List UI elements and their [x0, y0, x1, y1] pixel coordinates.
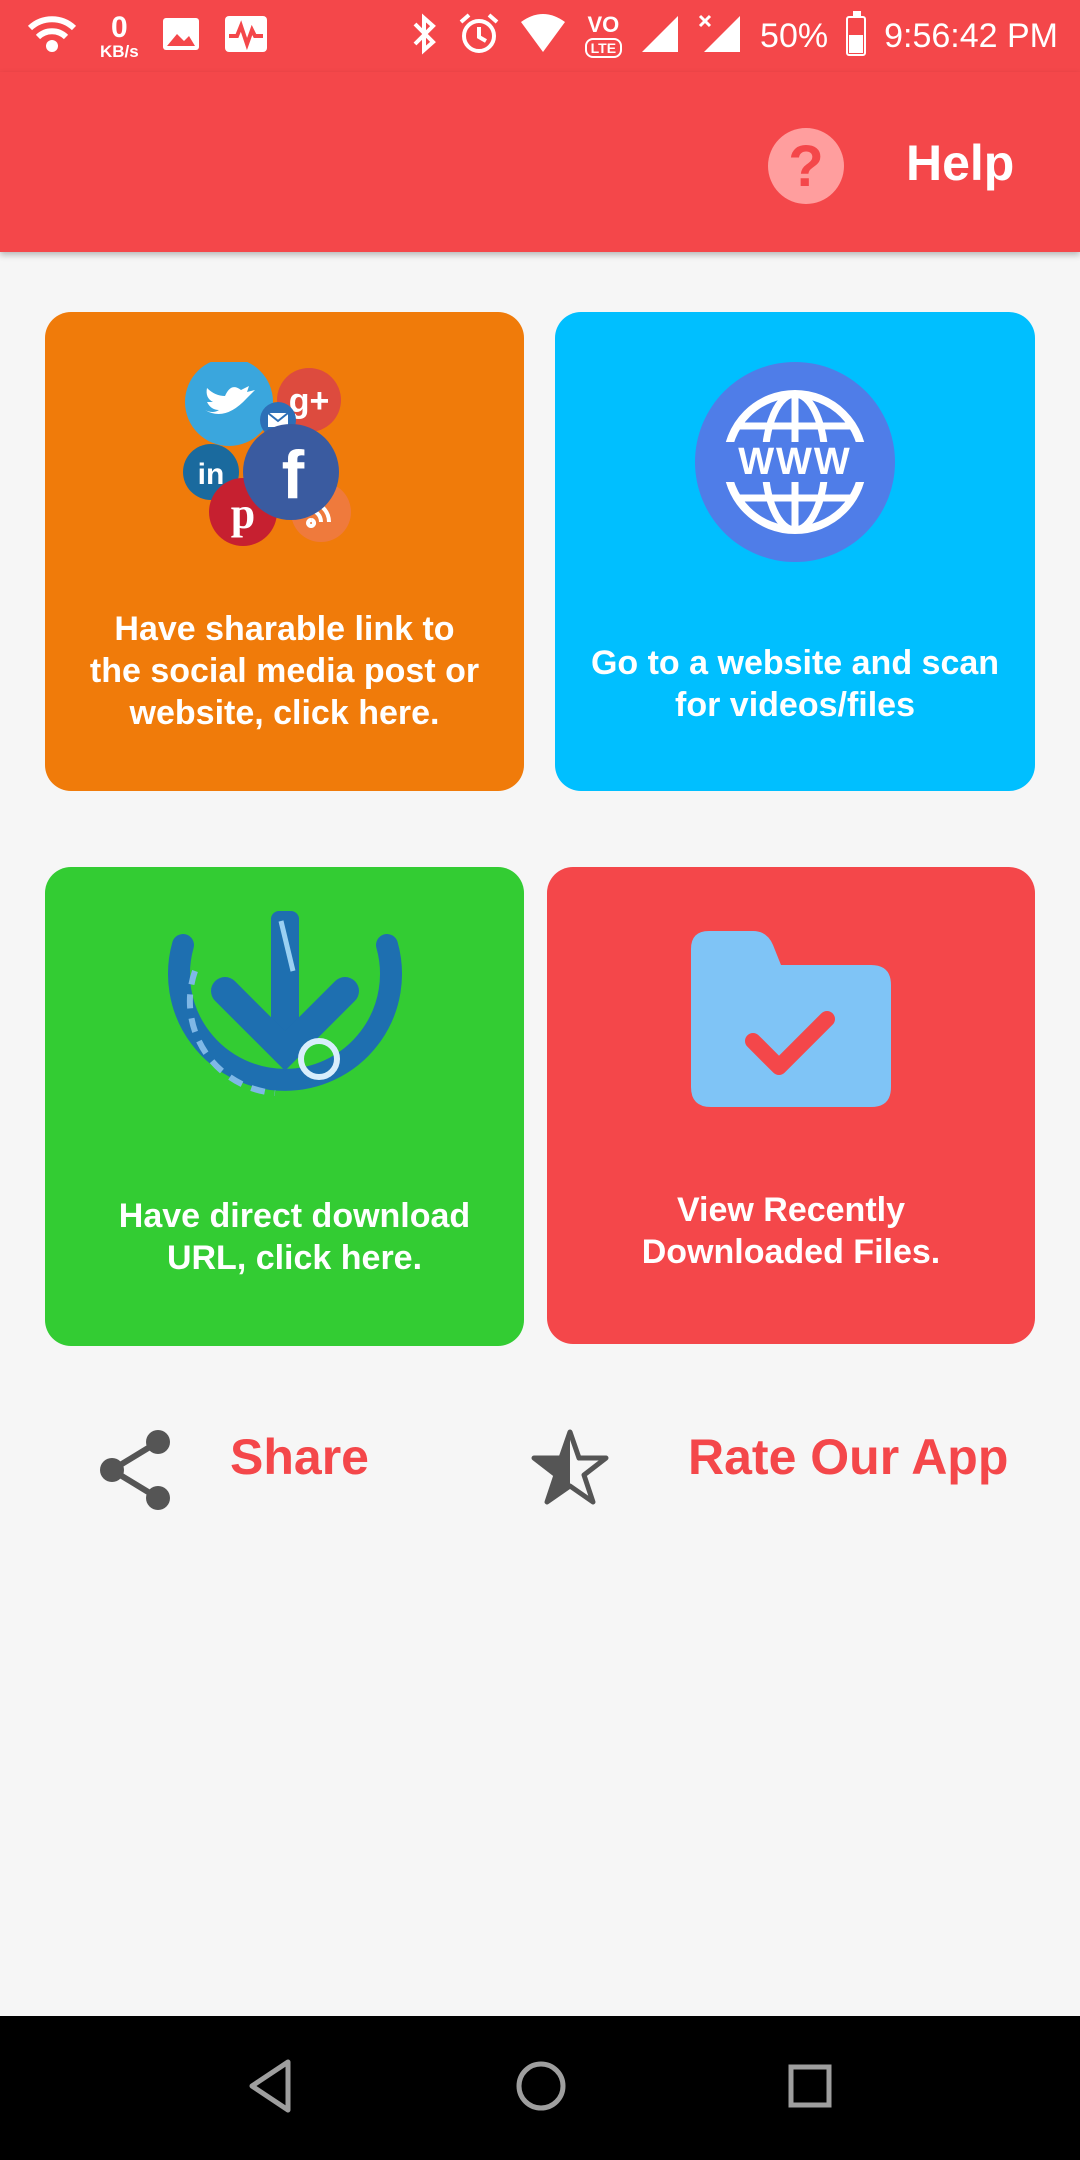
speed-value: 0	[111, 10, 128, 44]
svg-text:f: f	[282, 437, 305, 513]
download-icon	[168, 911, 402, 1096]
website-scan-card-text: Go to a website and scan for videos/file…	[590, 644, 1000, 724]
direct-download-card[interactable]: Have direct download URL, click here.	[45, 867, 524, 1346]
status-bar: 0 KB/s VO LTE 50% 9:56:42 PM	[0, 0, 1080, 72]
help-button[interactable]: Help	[906, 134, 1014, 192]
recents-icon[interactable]	[786, 2058, 834, 2119]
social-link-card[interactable]: g+ in p f Have sharable link to the soci…	[45, 312, 524, 791]
navigation-bar	[0, 2016, 1080, 2160]
www-text: WWW	[738, 441, 852, 483]
recent-files-card-text: View Recently Downloaded Files.	[641, 1191, 941, 1271]
website-scan-card[interactable]: WWW Go to a website and scan for videos/…	[555, 312, 1035, 791]
social-media-icon: g+ in p f	[183, 362, 351, 546]
share-button[interactable]: Share	[230, 1428, 369, 1486]
volte-label: VO	[587, 12, 620, 37]
battery-percent: 50%	[760, 16, 829, 55]
bluetooth-icon	[411, 12, 439, 61]
home-icon[interactable]	[514, 2058, 568, 2119]
signal-icon	[640, 14, 680, 59]
recent-files-card[interactable]: View Recently Downloaded Files.	[547, 867, 1035, 1344]
app-bar: ? Help	[0, 72, 1080, 252]
folder-check-icon	[691, 931, 891, 1107]
social-link-card-text: Have sharable link to the social media p…	[89, 610, 480, 732]
share-icon[interactable]	[96, 1428, 176, 1517]
rate-app-button[interactable]: Rate Our App	[688, 1428, 1008, 1486]
star-icon[interactable]	[530, 1428, 610, 1513]
volte-indicator: VO LTE	[584, 12, 623, 58]
www-globe-icon: WWW	[695, 362, 895, 562]
signal-no-data-icon	[698, 14, 742, 59]
direct-download-card-text: Have direct download URL, click here.	[118, 1197, 471, 1277]
svg-text:in: in	[198, 458, 225, 491]
back-icon[interactable]	[246, 2058, 294, 2119]
battery-icon	[846, 11, 867, 56]
speed-unit: KB/s	[100, 41, 139, 61]
image-icon	[161, 16, 201, 57]
help-icon[interactable]: ?	[768, 128, 844, 204]
wifi-icon	[26, 12, 78, 61]
network-speed: 0 KB/s	[100, 10, 139, 61]
activity-icon	[223, 14, 269, 59]
wifi-signal-icon	[519, 13, 567, 59]
alarm-icon	[457, 12, 501, 61]
clock: 9:56:42 PM	[884, 16, 1058, 55]
lte-label: LTE	[584, 38, 623, 58]
